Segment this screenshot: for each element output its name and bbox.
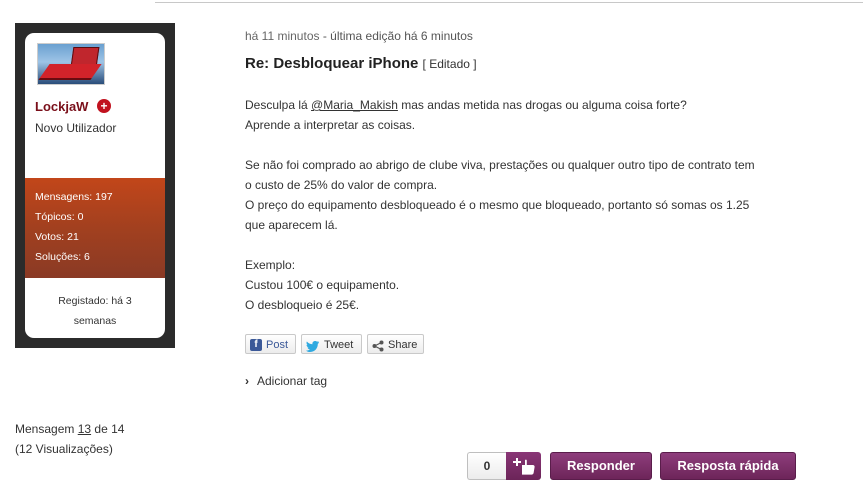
view-count: (12 Visualizações) (15, 442, 113, 456)
facebook-icon: f (250, 339, 262, 351)
reply-button[interactable]: Responder (550, 452, 652, 480)
body-line: que aparecem lá. (245, 218, 338, 232)
body-line: Custou 100€ o equipamento. (245, 278, 400, 292)
share-button[interactable]: Share (367, 334, 424, 354)
give-kudos-button[interactable] (506, 452, 541, 480)
author-rank: Novo Utilizador (35, 121, 117, 135)
body-line: Exemplo: (245, 258, 296, 272)
quick-reply-button[interactable]: Resposta rápida (660, 452, 796, 480)
share-icon (372, 339, 384, 352)
body-line: o custo de 25% do valor de compra. (245, 178, 438, 192)
stat-messages: Mensagens: 197 (35, 191, 113, 203)
registered-line1: Registado: há 3 (58, 295, 132, 307)
post-title-row: Re: Desbloquear iPhone [ Editado ] (245, 55, 477, 72)
message-position: Mensagem 13 de 14 (12 Visualizações) (15, 419, 124, 459)
stat-topics: Tópicos: 0 (35, 211, 84, 223)
add-friend-icon[interactable]: + (97, 99, 111, 113)
stat-votes: Votos: 21 (35, 231, 79, 243)
body-line: Aprende a interpretar as coisas. (245, 118, 416, 132)
post-title[interactable]: Re: Desbloquear iPhone (245, 55, 418, 72)
post-button-label: Post (266, 339, 289, 351)
body-line: O preço do equipamento desbloqueado é o … (245, 198, 750, 212)
message-number-link[interactable]: 13 (78, 422, 91, 436)
post-edit-info: - última edição há 6 minutos (322, 29, 473, 43)
author-registered: Registado: há 3 semanas (25, 291, 165, 331)
avatar[interactable] (37, 43, 105, 85)
chevron-right-icon: › (245, 374, 249, 388)
thumbs-up-plus-icon (513, 458, 535, 475)
message-suffix: de 14 (94, 422, 125, 436)
body-line: Desculpa lá @Maria_Makish mas andas meti… (245, 95, 825, 115)
post-body: Desculpa lá @Maria_Makish mas andas meti… (245, 95, 825, 315)
facebook-post-button[interactable]: f Post (245, 334, 296, 354)
tweet-button[interactable]: Tweet (301, 334, 362, 354)
body-text: mas andas metida nas drogas ou alguma co… (401, 98, 687, 112)
top-divider (155, 2, 863, 3)
registered-line2: semanas (73, 315, 117, 327)
message-prefix: Mensagem (15, 422, 75, 436)
user-mention-link[interactable]: @Maria_Makish (311, 98, 398, 112)
author-card: LockjaW + Novo Utilizador Mensagens: 197… (15, 23, 175, 348)
post-time: há 11 minutos (245, 29, 320, 43)
body-text: Desculpa lá (245, 98, 308, 112)
tweet-button-label: Tweet (324, 339, 354, 351)
body-line: Se não foi comprado ao abrigo de clube v… (245, 158, 755, 172)
author-card-inner: LockjaW + Novo Utilizador Mensagens: 197… (25, 33, 165, 338)
add-tag-link[interactable]: › Adicionar tag (245, 374, 327, 388)
twitter-bird-icon (306, 339, 319, 352)
author-stats: Mensagens: 197 Tópicos: 0 Votos: 21 Solu… (25, 178, 165, 278)
kudos-widget: 0 (467, 452, 541, 480)
body-line: O desbloqueio é 25€. (245, 298, 360, 312)
avatar-laptop-base (38, 64, 102, 80)
author-username[interactable]: LockjaW (35, 99, 88, 114)
kudos-count: 0 (467, 452, 506, 480)
post-meta: há 11 minutos - última edição há 6 minut… (245, 29, 473, 43)
stat-solutions: Soluções: 6 (35, 251, 90, 263)
edited-label[interactable]: [ Editado ] (423, 57, 477, 71)
add-tag-label: Adicionar tag (257, 374, 328, 388)
share-button-label: Share (388, 339, 418, 351)
